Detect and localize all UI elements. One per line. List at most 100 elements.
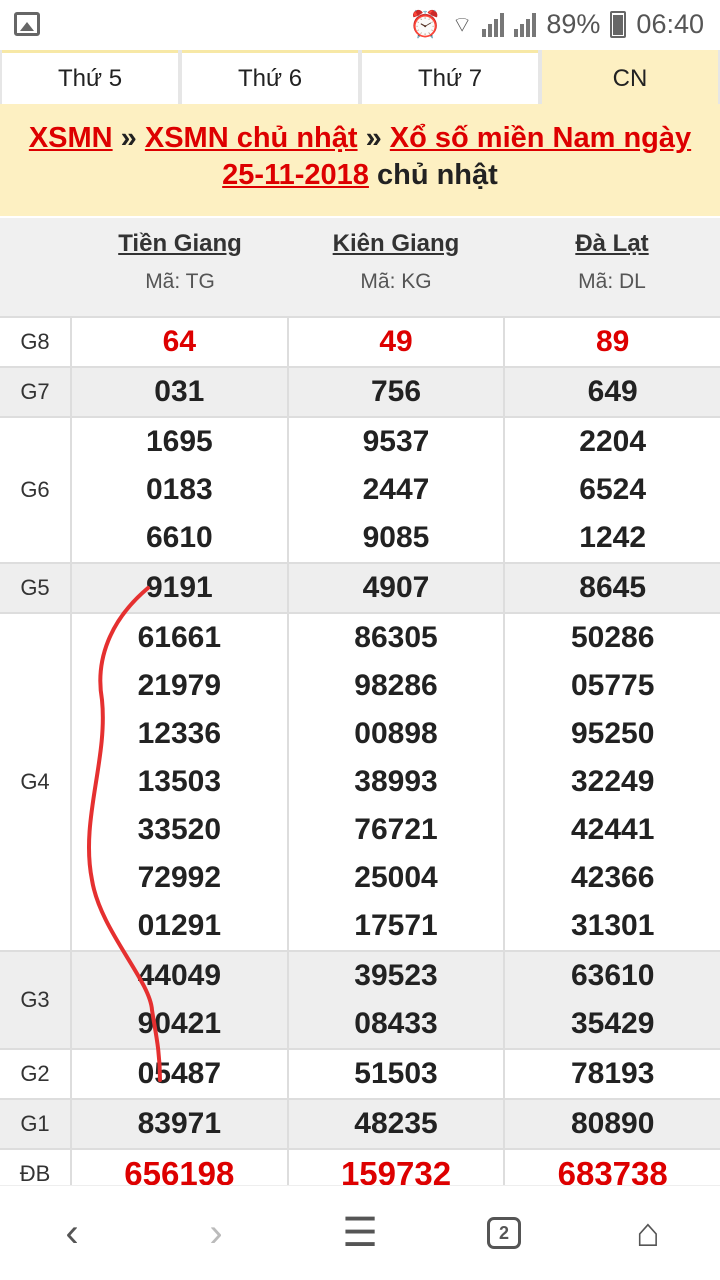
province-header: Tiền Giang Mã: TG [72,218,288,316]
status-bar: ⏰ ⌔ 89% 06:40 [0,0,720,50]
menu-button[interactable]: ☰ [325,1198,395,1268]
table-row: G6 1695 0183 6610 9537 2447 9085 2204 6524 1242 [0,416,720,562]
prize-number: 08433 [354,1007,438,1040]
home-button[interactable]: ⌂ [613,1198,683,1268]
prize-number: 86305 [354,621,438,654]
table-header: Tiền Giang Mã: TG Kiên Giang Mã: KG Đà L… [0,218,720,316]
province-code: Mã: KG [360,270,432,293]
prize-number: 12336 [137,717,222,750]
tab-thu-7[interactable]: Thứ 7 [362,50,538,104]
prize-number: 6524 [579,473,647,506]
prize-number: 17571 [354,909,438,942]
province-header: Kiên Giang Mã: KG [288,218,504,316]
home-icon: ⌂ [635,1210,661,1255]
prize-number: 39523 [354,959,438,992]
results-table: Tiền Giang Mã: TG Kiên Giang Mã: KG Đà L… [0,218,720,1198]
prize-number: 31301 [570,909,655,942]
prize-label: G2 [0,1050,72,1098]
tab-thu-6[interactable]: Thứ 6 [182,50,358,104]
prize-number: 89 [595,325,630,358]
province-link[interactable]: Kiên Giang [288,230,504,258]
prize-number: 90421 [137,1007,222,1040]
prize-number: 6610 [145,521,213,554]
prize-number: 25004 [354,861,438,894]
prize-number: 01291 [137,909,222,942]
breadcrumb-separator: » [112,122,145,154]
browser-navbar: ‹ › ☰ 2 ⌂ [0,1185,720,1280]
table-row: G8 64 49 89 [0,316,720,366]
prize-number: 0183 [145,473,213,506]
tab-thu-5[interactable]: Thứ 5 [2,50,178,104]
prize-number: 78193 [570,1057,655,1090]
signal-icon [482,12,505,37]
tabs-button[interactable]: 2 [469,1198,539,1268]
breadcrumb-title: XSMN » XSMN chủ nhật » Xổ số miền Nam ng… [0,104,720,216]
prize-label: G1 [0,1100,72,1148]
prize-number: 13503 [137,765,222,798]
prize-number: 49 [379,325,413,358]
prize-cell: 80890 [505,1100,720,1148]
hamburger-icon: ☰ [342,1211,378,1255]
prize-number: 98286 [354,669,438,702]
back-button[interactable]: ‹ [37,1198,107,1268]
prize-cell: 64 [72,318,289,366]
prize-label: G4 [0,614,72,950]
prize-cell: 89 [505,318,720,366]
battery-percent: 89% [546,9,601,39]
prize-number: 95250 [570,717,655,750]
forward-button[interactable]: › [181,1198,251,1268]
province-link[interactable]: Đà Lạt [504,230,720,258]
prize-cell: 50286 05775 95250 32249 42441 42366 31301 [505,614,720,950]
prize-label: G7 [0,368,72,416]
table-row: G2 05487 51503 78193 [0,1048,720,1098]
prize-rows: G8 64 49 89 G7 031 756 649 G6 1695 0183 6610 9537 244… [0,316,720,1198]
image-notification-icon [14,12,40,36]
prize-cell: 649 [505,368,720,416]
prize-cell: 63610 35429 [505,952,720,1048]
province-code: Mã: DL [578,270,646,293]
prize-number: 00898 [354,717,438,750]
prize-number: 756 [370,375,422,408]
prize-cell: 2204 6524 1242 [505,418,720,562]
breadcrumb-xsmn-sunday-link[interactable]: XSMN chủ nhật [145,122,358,154]
prize-cell: 48235 [288,1100,506,1148]
prize-number: 48235 [354,1107,438,1140]
prize-cell: 4907 [288,564,506,612]
prize-number: 2447 [362,473,430,506]
table-row: G4 61661 21979 12336 13503 33520 72992 01291 863… [0,612,720,950]
province-link[interactable]: Tiền Giang [72,230,288,258]
prize-cell: 05487 [72,1050,289,1098]
tab-cn[interactable]: CN [542,50,718,104]
prize-cell: 8645 [505,564,720,612]
prize-number: 38993 [354,765,438,798]
prize-number: 05775 [570,669,655,702]
prize-cell: 9191 [72,564,289,612]
wifi-icon: ⌔ [451,11,473,37]
breadcrumb-date-link-2[interactable]: 25-11-2018 [222,159,369,191]
clock: 06:40 [636,9,704,39]
prize-cell: 49 [288,318,506,366]
breadcrumb-separator: » [357,122,390,154]
prize-number: 4907 [362,571,430,604]
breadcrumb-xsmn-link[interactable]: XSMN [29,122,113,154]
breadcrumb-date-link[interactable]: Xổ số miền Nam ngày [390,122,691,154]
prize-number: 83971 [137,1107,222,1140]
prize-cell: 9537 2447 9085 [288,418,506,562]
prize-cell: 44049 90421 [72,952,289,1048]
prize-number: 63610 [570,959,655,992]
prize-cell: 39523 08433 [288,952,506,1048]
breadcrumb-tail: chủ nhật [368,159,498,191]
prize-number: 42441 [570,813,655,846]
prize-label: G6 [0,418,72,562]
prize-number: 33520 [137,813,222,846]
tabs-count: 2 [487,1217,521,1249]
prize-number: 72992 [137,861,222,894]
battery-icon [610,11,627,38]
prize-number: 8645 [579,571,647,604]
prize-number: 61661 [137,621,222,654]
province-header: Đà Lạt Mã: DL [504,218,720,316]
prize-label: G3 [0,952,72,1048]
prize-number: 21979 [137,669,222,702]
prize-number: 44049 [137,959,222,992]
prize-cell: 78193 [505,1050,720,1098]
